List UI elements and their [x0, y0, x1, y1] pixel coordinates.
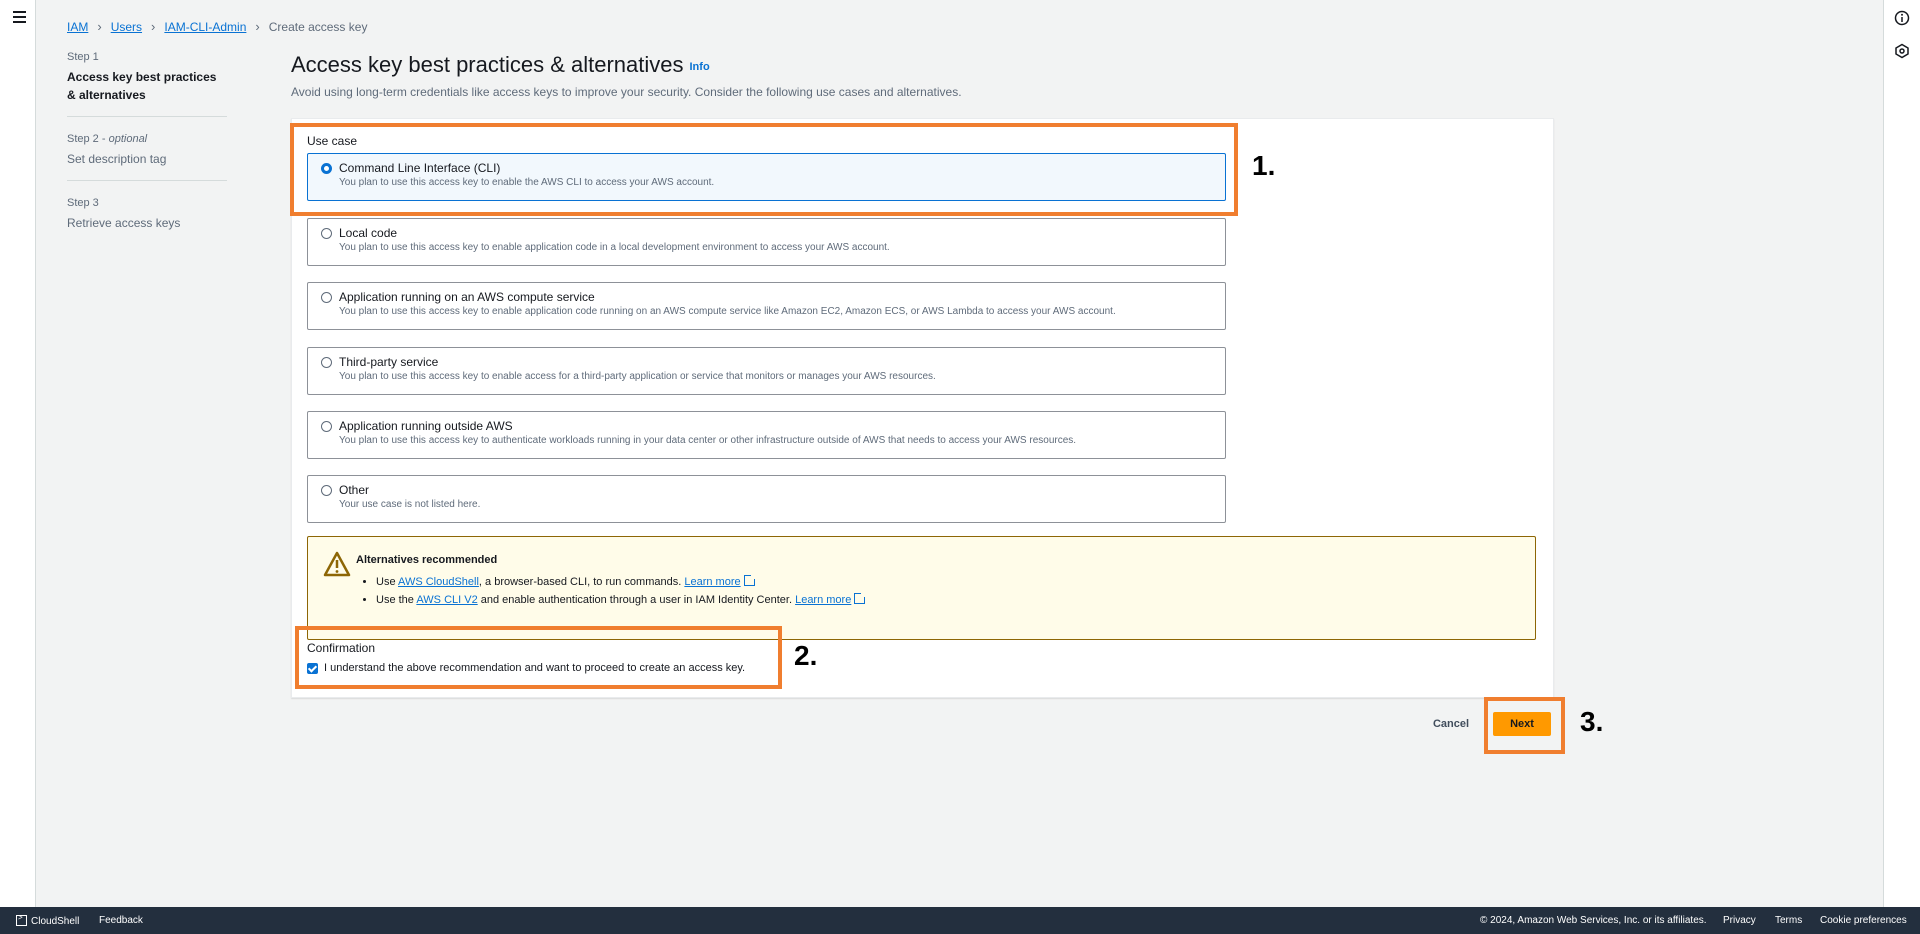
step-number: Step 3: [67, 197, 99, 209]
option-third-party[interactable]: Third-party service You plan to use this…: [307, 347, 1226, 395]
cli-v2-link[interactable]: AWS CLI V2: [416, 594, 477, 606]
cloudshell-link[interactable]: AWS CloudShell: [398, 576, 479, 588]
info-circle-icon[interactable]: [1894, 10, 1910, 26]
cookie-preferences-link[interactable]: Cookie preferences: [1820, 915, 1907, 926]
breadcrumb-current: Create access key: [268, 19, 368, 34]
breadcrumb-iam[interactable]: IAM: [67, 20, 88, 34]
feedback-link[interactable]: Feedback: [99, 915, 143, 926]
option-title: Application running outside AWS: [339, 419, 513, 433]
radio-button[interactable]: [321, 357, 332, 368]
chevron-right-icon: ›: [255, 19, 260, 34]
alternatives-alert: Alternatives recommended Use AWS CloudSh…: [307, 536, 1536, 640]
step-number: Step 1: [67, 51, 99, 63]
alert-title: Alternatives recommended: [356, 554, 498, 566]
step-title: Access key best practices & alternatives: [67, 70, 217, 102]
settings-hexagon-icon[interactable]: [1894, 43, 1910, 59]
wizard-step-2[interactable]: Step 2 - optional Set description tag: [67, 133, 227, 181]
breadcrumb: IAM › Users › IAM-CLI-Admin › Create acc…: [67, 19, 367, 34]
copyright-text: © 2024, Amazon Web Services, Inc. or its…: [1480, 915, 1707, 926]
option-other[interactable]: Other Your use case is not listed here.: [307, 475, 1226, 523]
step-title: Set description tag: [67, 152, 167, 166]
chevron-right-icon: ›: [97, 19, 102, 34]
right-tools-rail: [1883, 0, 1920, 907]
option-title: Local code: [339, 226, 398, 240]
radio-button[interactable]: [321, 292, 332, 303]
breadcrumb-users[interactable]: Users: [111, 20, 142, 34]
page-title: Access key best practices & alternatives…: [291, 52, 710, 77]
external-link-icon: [854, 592, 867, 604]
option-title: Application running on an AWS compute se…: [339, 290, 595, 304]
highlight-box-confirmation: [295, 626, 782, 689]
external-link-icon: [743, 574, 756, 586]
terminal-icon: [16, 913, 27, 926]
privacy-link[interactable]: Privacy: [1723, 915, 1756, 926]
radio-button[interactable]: [321, 228, 332, 239]
option-description: You plan to use this access key to enabl…: [339, 306, 1116, 317]
terms-link[interactable]: Terms: [1775, 915, 1802, 926]
highlight-box-next: [1484, 697, 1565, 754]
page-description: Avoid using long-term credentials like a…: [291, 85, 962, 99]
cancel-button[interactable]: Cancel: [1418, 712, 1484, 736]
wizard-step-3[interactable]: Step 3 Retrieve access keys: [67, 197, 227, 244]
option-aws-compute[interactable]: Application running on an AWS compute se…: [307, 282, 1226, 330]
footer: CloudShell Feedback © 2024, Amazon Web S…: [0, 907, 1920, 934]
annotation-3: 3.: [1580, 706, 1604, 737]
warning-icon: [323, 551, 351, 577]
option-title: Third-party service: [339, 355, 439, 369]
option-description: You plan to use this access key to enabl…: [339, 371, 936, 382]
radio-button[interactable]: [321, 485, 332, 496]
step-number: Step 2 - optional: [67, 133, 148, 145]
alert-item-cli-v2: Use the AWS CLI V2 and enable authentica…: [376, 591, 867, 609]
wizard-step-1: Step 1 Access key best practices & alter…: [67, 51, 227, 117]
option-description: You plan to use this access key to authe…: [339, 435, 1077, 446]
breadcrumb-user[interactable]: IAM-CLI-Admin: [164, 20, 246, 34]
info-link[interactable]: Info: [690, 61, 710, 73]
left-navigation-rail: [0, 0, 36, 907]
radio-button[interactable]: [321, 421, 332, 432]
menu-icon[interactable]: [13, 11, 26, 23]
learn-more-link[interactable]: Learn more: [795, 594, 851, 606]
step-title: Retrieve access keys: [67, 216, 181, 230]
cloudshell-button[interactable]: CloudShell: [16, 913, 79, 927]
annotation-1: 1.: [1252, 150, 1276, 181]
option-description: Your use case is not listed here.: [339, 499, 481, 510]
option-title: Other: [339, 483, 370, 497]
wizard-steps: Step 1 Access key best practices & alter…: [67, 51, 227, 260]
highlight-box-use-case: [290, 123, 1238, 216]
alert-list: Use AWS CloudShell, a browser-based CLI,…: [356, 573, 867, 609]
annotation-2: 2.: [794, 640, 818, 671]
option-local-code[interactable]: Local code You plan to use this access k…: [307, 218, 1226, 266]
alert-item-cloudshell: Use AWS CloudShell, a browser-based CLI,…: [376, 573, 865, 591]
learn-more-link[interactable]: Learn more: [684, 576, 740, 588]
option-outside-aws[interactable]: Application running outside AWS You plan…: [307, 411, 1226, 459]
option-description: You plan to use this access key to enabl…: [339, 242, 890, 253]
chevron-right-icon: ›: [151, 19, 156, 34]
